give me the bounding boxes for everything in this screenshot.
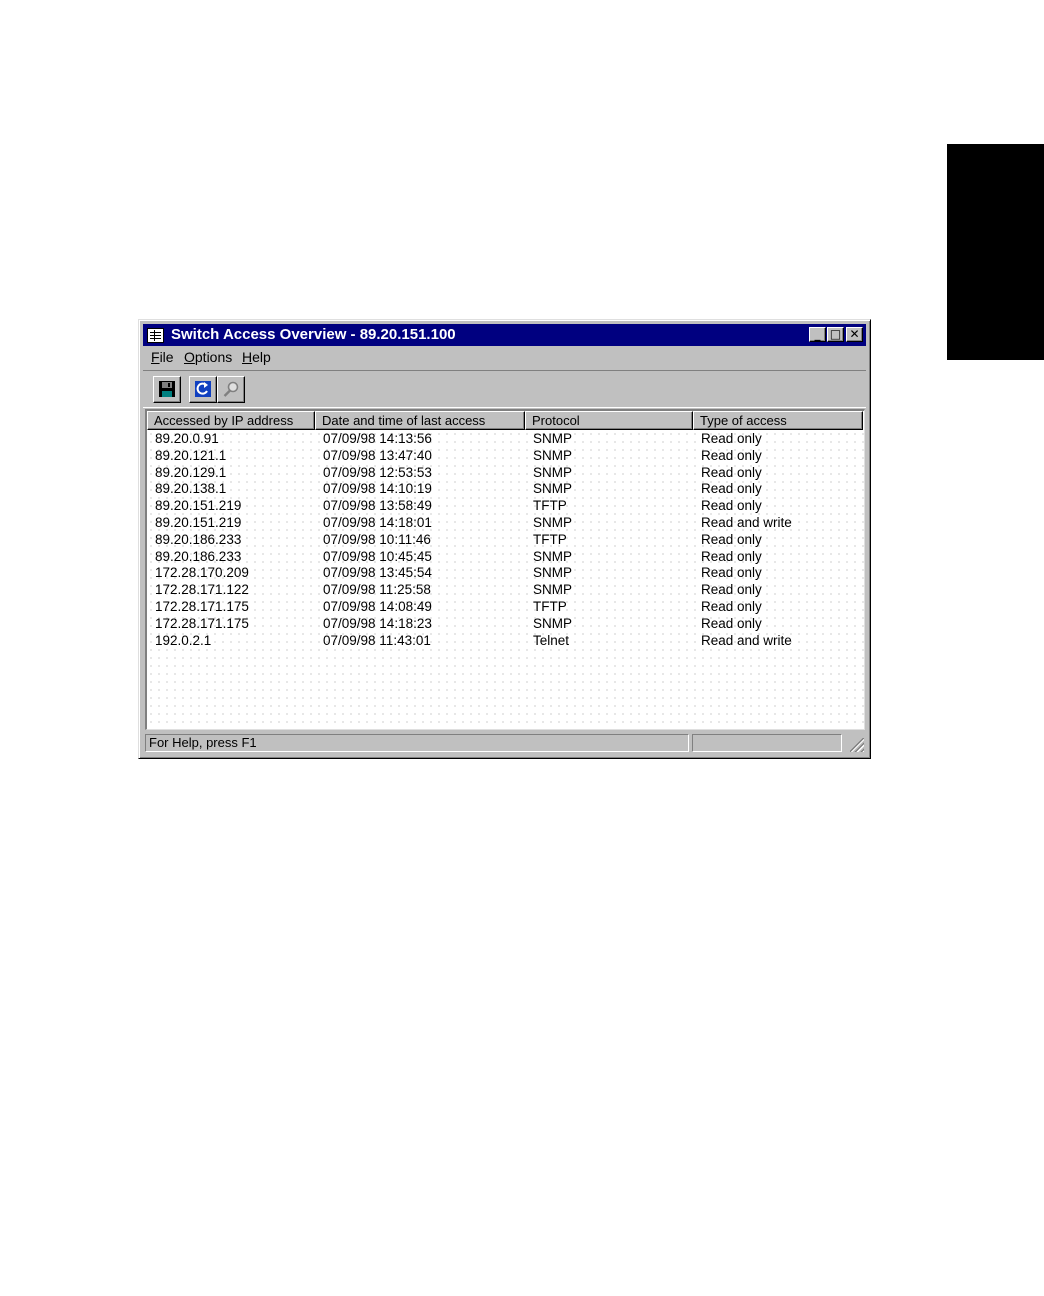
cell-protocol: Telnet	[533, 632, 570, 648]
cell-date-time: 07/09/98 13:47:40	[323, 447, 432, 463]
cell-ip-address: 89.20.138.1	[155, 481, 227, 497]
save-disk-icon	[159, 381, 175, 397]
cell-protocol: TFTP	[533, 498, 567, 514]
save-button[interactable]	[153, 376, 181, 403]
table-row[interactable]: 89.20.0.91 07/09/98 14:13:56 SNMP Read only	[147, 430, 863, 447]
cell-access-type: Read only	[701, 447, 762, 463]
cell-date-time: 07/09/98 12:53:53	[323, 464, 432, 480]
maximize-button[interactable]: □	[827, 327, 844, 342]
cell-ip-address: 89.20.129.1	[155, 464, 227, 480]
cell-ip-address: 89.20.151.219	[155, 498, 242, 514]
table-row[interactable]: 89.20.129.1 07/09/98 12:53:53 SNMP Read onl…	[147, 464, 863, 481]
column-header-date-time[interactable]: Date and time of last access	[315, 411, 525, 430]
cell-access-type: Read only	[701, 531, 762, 547]
cell-date-time: 07/09/98 10:45:45	[323, 548, 432, 564]
search-button[interactable]	[217, 376, 245, 403]
title-bar[interactable]: Switch Access Overview - 89.20.151.100 _…	[143, 324, 866, 346]
table-row[interactable]: 89.20.151.219 07/09/98 13:58:49 TFTP Read o…	[147, 497, 863, 514]
list-rows: 89.20.0.91 07/09/98 14:13:56 SNMP Read only…	[147, 430, 863, 648]
table-row[interactable]: 172.28.171.175 07/09/98 14:18:23 SNMP Read …	[147, 615, 863, 632]
list-header: Accessed by IP address Date and time of …	[147, 411, 863, 430]
cell-access-type: Read only	[701, 481, 762, 497]
cell-ip-address: 89.20.186.233	[155, 531, 242, 547]
page-side-tab	[947, 144, 1044, 360]
table-row[interactable]: 89.20.138.1 07/09/98 14:10:19 SNMP Read onl…	[147, 480, 863, 497]
cell-access-type: Read only	[701, 431, 762, 446]
cell-ip-address: 172.28.171.175	[155, 615, 249, 631]
cell-access-type: Read and write	[701, 514, 792, 530]
cell-access-type: Read only	[701, 464, 762, 480]
cell-date-time: 07/09/98 14:10:19	[323, 481, 432, 497]
menu-options[interactable]: Options	[184, 349, 232, 365]
cell-protocol: TFTP	[533, 598, 567, 614]
close-button[interactable]: ✕	[846, 327, 863, 342]
table-row[interactable]: 172.28.171.175 07/09/98 14:08:49 TFTP Read …	[147, 598, 863, 615]
cell-ip-address: 89.20.186.233	[155, 548, 242, 564]
cell-ip-address: 172.28.171.122	[155, 582, 249, 598]
cell-access-type: Read only	[701, 582, 762, 598]
cell-protocol: SNMP	[533, 514, 573, 530]
cell-protocol: SNMP	[533, 548, 573, 564]
status-bar: For Help, press F1	[143, 732, 866, 754]
table-row[interactable]: 89.20.186.233 07/09/98 10:45:45 SNMP Read o…	[147, 548, 863, 565]
cell-protocol: SNMP	[533, 582, 573, 598]
cell-access-type: Read only	[701, 548, 762, 564]
menu-bar: File Options Help	[143, 348, 866, 368]
minimize-button[interactable]: _	[809, 327, 826, 342]
cell-date-time: 07/09/98 14:18:23	[323, 615, 432, 631]
cell-protocol: SNMP	[533, 565, 573, 581]
cell-date-time: 07/09/98 14:18:01	[323, 514, 432, 530]
column-header-protocol[interactable]: Protocol	[525, 411, 693, 430]
cell-access-type: Read only	[701, 565, 762, 581]
window-title: Switch Access Overview - 89.20.151.100	[171, 326, 456, 343]
resize-grip-icon[interactable]	[850, 738, 864, 752]
cell-protocol: SNMP	[533, 615, 573, 631]
table-row[interactable]: 89.20.121.1 07/09/98 13:47:40 SNMP Read onl…	[147, 447, 863, 464]
column-header-access-type[interactable]: Type of access	[693, 411, 863, 430]
app-table-icon[interactable]	[147, 328, 164, 343]
cell-access-type: Read only	[701, 615, 762, 631]
cell-access-type: Read only	[701, 598, 762, 614]
cell-date-time: 07/09/98 11:43:01	[323, 632, 431, 648]
cell-date-time: 07/09/98 14:13:56	[323, 431, 432, 446]
access-list-view[interactable]: Accessed by IP address Date and time of …	[145, 409, 865, 730]
table-row[interactable]: 89.20.151.219 07/09/98 14:18:01 SNMP Read a…	[147, 514, 863, 531]
cell-date-time: 07/09/98 13:45:54	[323, 565, 432, 581]
toolbar	[143, 370, 866, 408]
menu-help[interactable]: Help	[242, 349, 271, 365]
cell-protocol: SNMP	[533, 431, 573, 446]
menu-file[interactable]: File	[151, 349, 174, 365]
cell-date-time: 07/09/98 10:11:46	[323, 531, 431, 547]
cell-ip-address: 89.20.0.91	[155, 431, 219, 446]
cell-protocol: SNMP	[533, 447, 573, 463]
cell-access-type: Read only	[701, 498, 762, 514]
cell-ip-address: 89.20.121.1	[155, 447, 227, 463]
status-help-text: For Help, press F1	[145, 734, 689, 752]
cell-ip-address: 172.28.171.175	[155, 598, 249, 614]
table-row[interactable]: 89.20.186.233 07/09/98 10:11:46 TFTP Read o…	[147, 531, 863, 548]
cell-ip-address: 89.20.151.219	[155, 514, 242, 530]
cell-protocol: SNMP	[533, 464, 573, 480]
cell-ip-address: 172.28.170.209	[155, 565, 249, 581]
refresh-button[interactable]	[189, 376, 217, 403]
app-window: Switch Access Overview - 89.20.151.100 _…	[138, 319, 871, 759]
status-indicator-pane	[692, 734, 842, 752]
search-magnifier-icon	[223, 381, 239, 397]
cell-access-type: Read and write	[701, 632, 792, 648]
cell-protocol: SNMP	[533, 481, 573, 497]
table-row[interactable]: 172.28.171.122 07/09/98 11:25:58 SNMP Read …	[147, 581, 863, 598]
cell-ip-address: 192.0.2.1	[155, 632, 212, 648]
table-row[interactable]: 172.28.170.209 07/09/98 13:45:54 SNMP Read …	[147, 564, 863, 581]
column-header-ip-address[interactable]: Accessed by IP address	[147, 411, 315, 430]
cell-date-time: 07/09/98 14:08:49	[323, 598, 432, 614]
cell-date-time: 07/09/98 11:25:58	[323, 582, 431, 598]
table-row[interactable]: 192.0.2.1 07/09/98 11:43:01 Telnet Read and…	[147, 632, 863, 649]
cell-date-time: 07/09/98 13:58:49	[323, 498, 432, 514]
refresh-icon	[195, 381, 211, 397]
cell-protocol: TFTP	[533, 531, 567, 547]
